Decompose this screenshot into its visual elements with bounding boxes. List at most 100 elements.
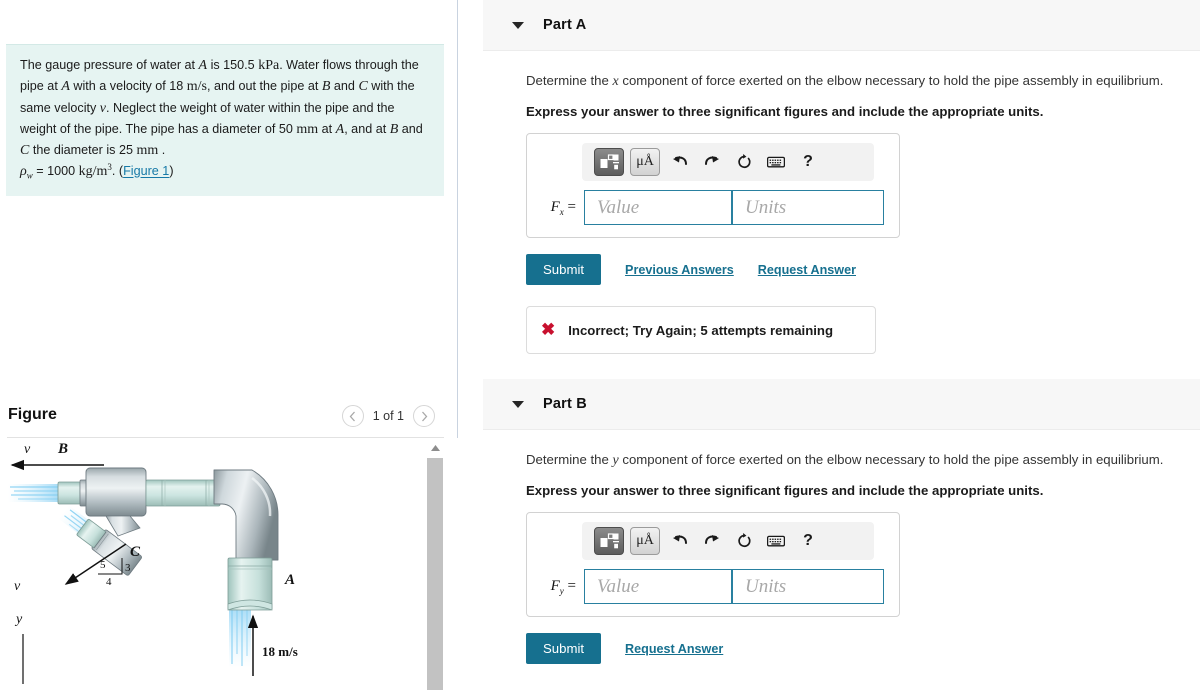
part-a-request-answer-link[interactable]: Request Answer [758, 263, 856, 277]
part-b-section: Part B Determine the y component of forc… [459, 379, 1200, 664]
answer-equals-b: = [567, 577, 576, 594]
symbol-A-2: A [61, 79, 70, 95]
part-b-value-input[interactable]: Value [584, 569, 732, 604]
help-icon[interactable]: ? [794, 527, 822, 555]
q-prefix: Determine the [526, 73, 613, 88]
figure-prev-button[interactable] [341, 405, 364, 427]
problem-text-16: . [158, 143, 166, 158]
part-a-feedback-text: Incorrect; Try Again; 5 attempts remaini… [568, 322, 834, 338]
part-a-header[interactable]: Part A [483, 0, 1200, 51]
right-panel: Part A Determine the x component of forc… [459, 0, 1200, 690]
part-a-body: Determine the x component of force exert… [459, 51, 1200, 354]
problem-text-15: the diameter is 25 [29, 143, 137, 158]
part-a-value-input[interactable]: Value [584, 190, 732, 225]
problem-text-9: . Neglect the weight of water [106, 100, 265, 115]
part-a-previous-answers-link[interactable]: Previous Answers [625, 263, 734, 277]
redo-icon[interactable] [698, 148, 726, 176]
redo-icon[interactable] [698, 527, 726, 555]
units-mu-angstrom-icon[interactable]: μÅ [630, 148, 660, 176]
part-a-units-input[interactable]: Units [732, 190, 884, 225]
part-b-question: Determine the y component of force exert… [526, 452, 1200, 469]
pipe-middle-run [145, 479, 221, 507]
problem-text-7: and [330, 79, 359, 94]
pipe-end-B [57, 479, 88, 507]
q-suffix-b: component of force exerted on the elbow … [618, 452, 1164, 467]
keyboard-icon[interactable] [762, 148, 790, 176]
units-mu-angstrom-icon[interactable]: μÅ [630, 527, 660, 555]
part-b-answer-symbol: Fy = [536, 578, 584, 596]
rho-symbol: ρ [20, 164, 27, 180]
label-y: y [14, 612, 23, 627]
part-b-label: Part B [543, 396, 587, 412]
q-suffix: component of force exerted on the elbow … [618, 73, 1164, 88]
undo-icon[interactable] [666, 527, 694, 555]
problem-text-2: is 150.5 [207, 58, 259, 72]
symbol-A: A [198, 58, 208, 73]
reset-icon[interactable] [730, 148, 758, 176]
figure-navigation: 1 of 1 [341, 405, 435, 427]
part-b-request-answer-link[interactable]: Request Answer [625, 642, 723, 656]
math-template-icon[interactable] [594, 148, 624, 176]
x-mark-icon: ✖ [541, 320, 556, 339]
label-3: 3 [125, 562, 131, 574]
symbol-B-2: B [389, 121, 399, 137]
page-root: The gauge pressure of water at A is 150.… [0, 0, 1200, 690]
undo-icon[interactable] [666, 148, 694, 176]
problem-statement: The gauge pressure of water at A is 150.… [6, 44, 444, 196]
part-a-answer-box: μÅ ? Fx = Value Units [526, 133, 900, 238]
answer-symbol-sub: x [559, 206, 564, 217]
label-4: 4 [106, 576, 112, 588]
answer-symbol-F: F [550, 198, 560, 215]
help-icon[interactable]: ? [794, 148, 822, 176]
label-B: B [57, 441, 68, 457]
problem-text-12: at [318, 121, 336, 136]
part-b-answer-box: μÅ ? Fy = Value Units [526, 512, 900, 617]
part-a-submit-button[interactable]: Submit [526, 254, 602, 285]
label-5: 5 [100, 559, 106, 571]
unit-kpa: kPa [258, 58, 280, 73]
symbol-A-3: A [335, 121, 345, 137]
part-b-answer-row: Fy = Value Units [536, 569, 890, 604]
part-a-section: Part A Determine the x component of forc… [459, 0, 1200, 354]
part-a-question: Determine the x component of force exert… [526, 73, 1200, 90]
label-v-top: v [24, 442, 31, 457]
label-velocity: 18 m/s [262, 644, 298, 659]
unit-mm-2: mm [136, 143, 159, 159]
part-b-header[interactable]: Part B [483, 379, 1200, 430]
math-template-icon[interactable] [594, 527, 624, 555]
problem-text-5: with a velocity of 18 [69, 79, 187, 94]
label-v-left: v [14, 579, 21, 594]
problem-text-13: , and at [344, 121, 390, 136]
triangle-up-icon [430, 445, 440, 451]
figure-scroll-up-button[interactable] [427, 440, 443, 456]
pipe-end-A [227, 557, 273, 611]
caret-down-icon[interactable] [512, 21, 524, 29]
reset-icon[interactable] [730, 527, 758, 555]
part-a-answer-symbol: Fx = [536, 199, 584, 217]
caret-down-icon[interactable] [512, 400, 524, 408]
figure-next-button[interactable] [413, 405, 435, 427]
figure-scrollbar-thumb[interactable] [427, 458, 443, 690]
answer-equals: = [567, 198, 576, 215]
unit-mm-1: mm [296, 121, 319, 137]
water-jet-B [8, 484, 60, 502]
part-a-instruction: Express your answer to three significant… [526, 104, 1044, 119]
figure-counter: 1 of 1 [372, 409, 404, 423]
pipe-assembly-diagram: v B C 5 3 4 v A 18 m/s y [8, 441, 298, 684]
keyboard-icon[interactable] [762, 527, 790, 555]
symbol-C-2: C [20, 143, 30, 159]
chevron-left-icon [349, 411, 356, 421]
part-b-submit-button[interactable]: Submit [526, 633, 602, 664]
part-b-toolbar: μÅ ? [582, 522, 874, 560]
answer-symbol-F-b: F [550, 577, 560, 594]
rho-close: ) [169, 164, 174, 179]
figure-1-link[interactable]: Figure 1 [123, 165, 169, 179]
problem-text-6: , and out the pipe at [207, 79, 319, 94]
problem-text-1: The gauge pressure of water at [20, 58, 199, 72]
rho-equals: = 1000 [32, 164, 79, 179]
part-b-units-input[interactable]: Units [732, 569, 884, 604]
part-b-actions: Submit Request Answer [526, 633, 1200, 664]
pipe-elbow [213, 469, 279, 561]
water-jet-A [229, 606, 251, 668]
left-panel: The gauge pressure of water at A is 150.… [0, 0, 458, 690]
